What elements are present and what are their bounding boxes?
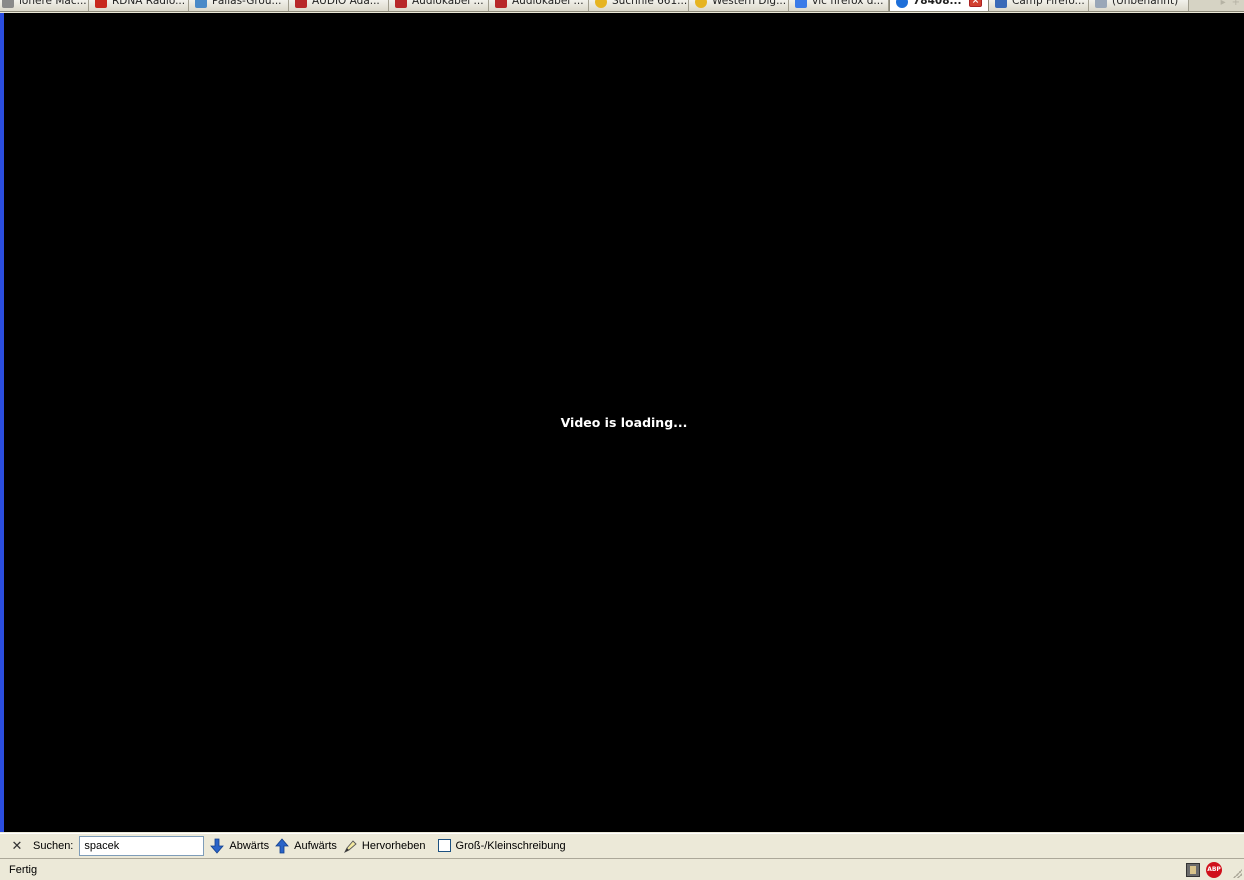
- status-bar: Fertig ABP: [0, 858, 1244, 880]
- circle-icon: [896, 0, 908, 8]
- tab-7[interactable]: Western Dig...: [689, 0, 789, 11]
- tab-label: RDNA Radio...: [112, 0, 186, 7]
- find-bar: ✕ Suchen: Abwärts Aufwärts Hervorheben G…: [0, 833, 1244, 857]
- tab-label: vlc firefox d...: [812, 0, 884, 7]
- tab-label: Pallas-Grou...: [212, 0, 282, 7]
- tab-4[interactable]: Audiokabel ...: [389, 0, 489, 11]
- tab-11[interactable]: (Unbenannt): [1089, 0, 1189, 11]
- status-text: Fertig: [9, 863, 38, 876]
- find-previous-button[interactable]: Aufwärts: [275, 837, 337, 854]
- highlight-label: Hervorheben: [361, 839, 426, 852]
- adblock-plus-icon[interactable]: ABP: [1206, 861, 1222, 878]
- radio-icon: [95, 0, 107, 8]
- tab-label: Camp Firefo...: [1012, 0, 1085, 7]
- tab-label: Audiokabel ...: [512, 0, 584, 7]
- tab-close-icon[interactable]: ×: [969, 0, 982, 7]
- shop-icon: [495, 0, 507, 8]
- tab-label: Western Dig...: [712, 0, 787, 7]
- find-next-button[interactable]: Abwärts: [210, 838, 269, 854]
- page-icon: [2, 0, 14, 8]
- tab-scroll-right-icon[interactable]: ▸: [1221, 0, 1226, 8]
- match-case-label[interactable]: Groß-/Kleinschreibung: [456, 840, 566, 852]
- smiley-icon: [695, 0, 707, 8]
- tab-6[interactable]: Suchnie 661...: [589, 0, 689, 11]
- tab-1[interactable]: RDNA Radio...: [89, 0, 189, 11]
- arrow-down-icon: [210, 838, 225, 854]
- globe-icon: [195, 0, 207, 8]
- new-tab-icon[interactable]: +: [1232, 0, 1240, 8]
- page-content: Video is loading...: [0, 13, 1244, 832]
- shop-icon: [395, 0, 407, 8]
- film-icon[interactable]: [1186, 862, 1200, 877]
- status-icons: ABP: [1186, 861, 1222, 878]
- tab-9[interactable]: 78408... ×: [889, 0, 989, 11]
- tab-label: (Unbenannt): [1112, 0, 1179, 7]
- tab-8[interactable]: vlc firefox d...: [789, 0, 889, 11]
- tab-label: lohere Mac...: [19, 0, 87, 7]
- tab-label: AUDIO Ada...: [312, 0, 380, 7]
- tab-5[interactable]: Audiokabel ...: [489, 0, 589, 11]
- arrow-up-icon: [275, 837, 289, 854]
- resize-grip[interactable]: [1232, 868, 1242, 878]
- find-label: Suchen:: [33, 839, 74, 852]
- tab-10[interactable]: Camp Firefo...: [989, 0, 1089, 11]
- tab-label: Audiokabel ...: [412, 0, 484, 7]
- shop-icon: [295, 0, 307, 8]
- google-icon: [795, 0, 807, 8]
- tab-bar-controls: ▸ +: [1189, 0, 1244, 11]
- browser-window: lohere Mac... RDNA Radio... Pallas-Grou...…: [0, 0, 1244, 880]
- tab-label: 78408...: [913, 0, 962, 7]
- tab-bar: lohere Mac... RDNA Radio... Pallas-Grou...…: [0, 0, 1244, 12]
- find-next-label: Abwärts: [229, 839, 270, 852]
- tab-2[interactable]: Pallas-Grou...: [189, 0, 289, 11]
- image-icon: [995, 0, 1007, 8]
- video-loading-message: Video is loading...: [560, 415, 688, 430]
- highlighter-icon: [343, 838, 357, 854]
- close-icon[interactable]: ✕: [10, 838, 24, 853]
- tab-label: Suchnie 661...: [612, 0, 688, 7]
- tab-0[interactable]: lohere Mac...: [0, 0, 89, 11]
- blank-page-icon: [1095, 0, 1107, 8]
- find-input[interactable]: [79, 835, 205, 856]
- highlight-button[interactable]: Hervorheben: [343, 838, 426, 854]
- find-previous-label: Aufwärts: [294, 839, 337, 852]
- tab-3[interactable]: AUDIO Ada...: [289, 0, 389, 11]
- smiley-icon: [595, 0, 607, 8]
- match-case-checkbox[interactable]: [437, 839, 451, 852]
